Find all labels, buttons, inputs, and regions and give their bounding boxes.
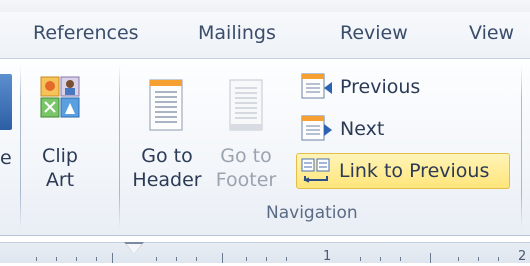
ruler-number: 2	[518, 249, 527, 264]
go-to-footer-label-line2: Footer	[215, 169, 277, 191]
go-to-header-button[interactable]: Go to Header	[130, 72, 204, 202]
ruler-tick	[222, 253, 223, 263]
horizontal-ruler[interactable]: 1 2	[0, 236, 530, 266]
ruler-tick	[266, 257, 267, 261]
clip-art-label-line2: Art	[45, 169, 75, 191]
ruler-tick	[246, 257, 247, 261]
ribbon-tab-bar: References Mailings Review View	[0, 12, 530, 58]
ruler-tick	[176, 257, 177, 261]
page-header-icon	[149, 79, 183, 131]
link-to-previous-icon	[301, 158, 330, 183]
clip-art-icon	[40, 76, 80, 118]
ruler-tick	[286, 257, 287, 261]
ruler-tick	[112, 253, 113, 263]
next-label: Next	[340, 118, 385, 140]
ruler-tick	[400, 257, 401, 261]
page-footer-icon	[229, 79, 263, 131]
previous-section-icon	[301, 73, 332, 99]
group-separator	[521, 66, 522, 228]
ruler-tick	[498, 257, 499, 261]
previous-button[interactable]: Previous	[300, 70, 420, 104]
first-line-indent-marker[interactable]	[126, 244, 142, 254]
ruler-tick	[380, 257, 381, 261]
link-to-previous-button[interactable]: Link to Previous	[296, 153, 510, 189]
title-bar-strip	[0, 0, 530, 12]
go-to-header-label-line2: Header	[132, 169, 202, 191]
tab-mailings[interactable]: Mailings	[198, 22, 276, 44]
ruler-number: 1	[323, 249, 332, 264]
ruler-tick	[36, 257, 37, 261]
go-to-header-label-line1: Go to	[141, 145, 193, 167]
ruler-strip: 1 2	[0, 242, 530, 264]
link-to-previous-label: Link to Previous	[339, 160, 490, 182]
tab-review[interactable]: Review	[340, 22, 408, 44]
tab-references[interactable]: References	[33, 22, 139, 44]
partial-button-icon[interactable]	[0, 74, 12, 130]
clip-art-label-line1: Clip	[42, 145, 78, 167]
ruler-tick	[196, 257, 197, 261]
clip-art-button[interactable]: Clip Art	[36, 72, 84, 202]
next-section-icon	[301, 115, 332, 141]
go-to-footer-button[interactable]: Go to Footer	[212, 72, 280, 202]
group-separator	[119, 66, 120, 228]
ruler-tick	[156, 257, 157, 261]
ruler-tick	[430, 253, 431, 263]
ruler-tick	[56, 257, 57, 261]
go-to-footer-label-line1: Go to	[220, 145, 272, 167]
next-button[interactable]: Next	[300, 112, 384, 146]
partial-button-label: e	[0, 147, 12, 169]
ruler-tick	[478, 257, 479, 261]
ruler-tick	[76, 257, 77, 261]
ruler-tick	[360, 257, 361, 261]
ruler-tick	[96, 257, 97, 261]
ruler-tick	[458, 257, 459, 261]
group-separator	[20, 66, 21, 228]
previous-label: Previous	[340, 76, 421, 98]
tab-view[interactable]: View	[469, 22, 514, 44]
navigation-group-label: Navigation	[266, 203, 358, 223]
